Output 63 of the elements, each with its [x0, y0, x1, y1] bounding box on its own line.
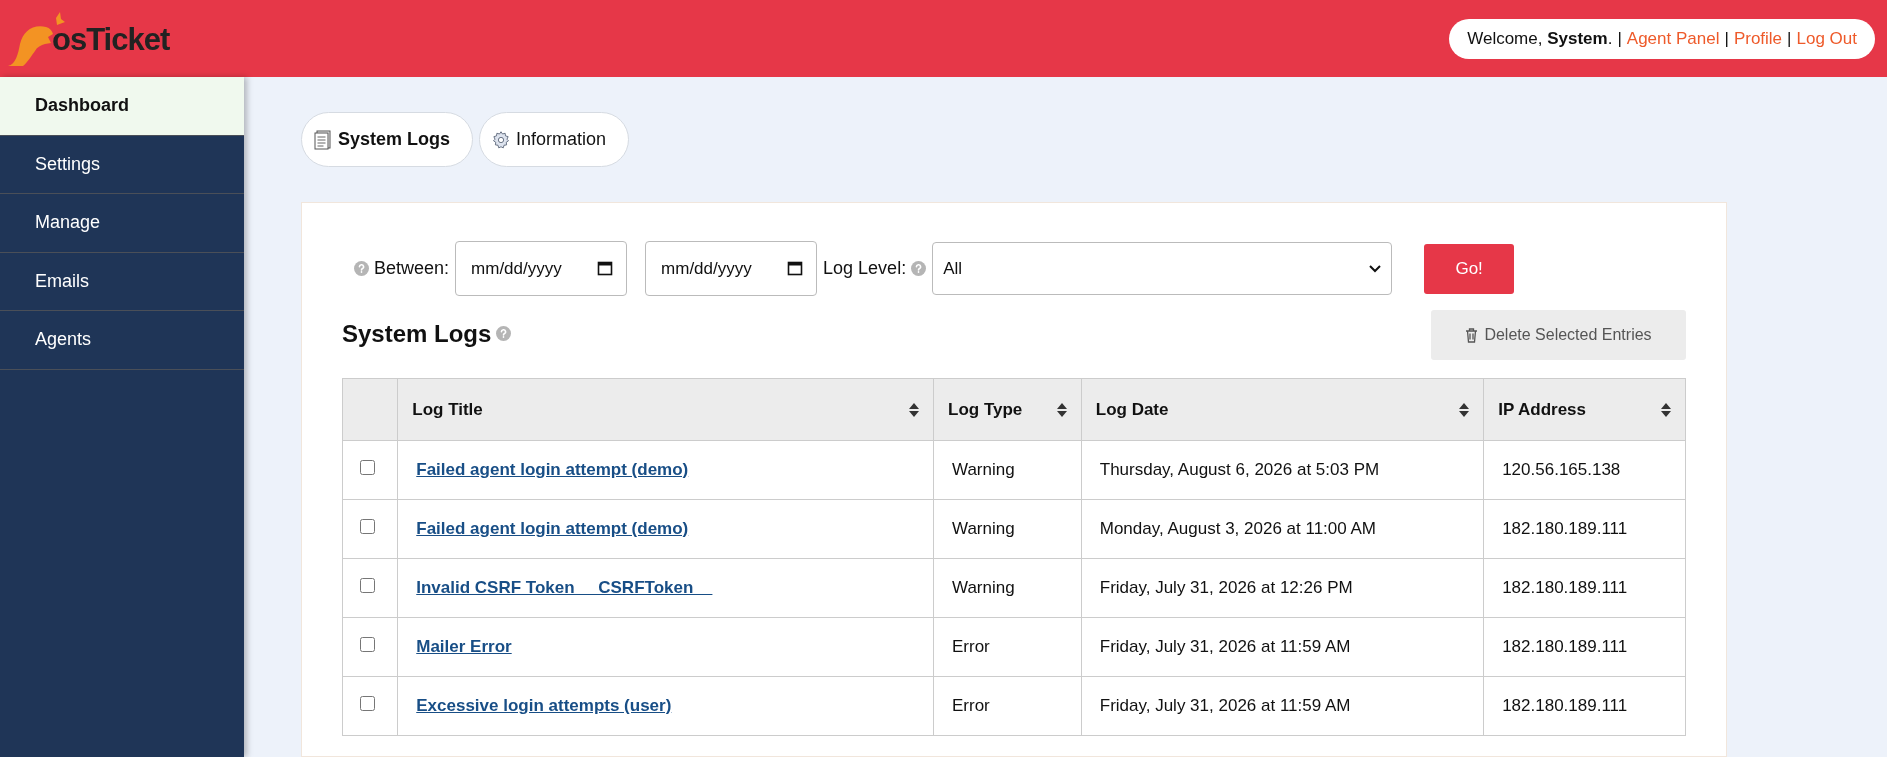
document-icon — [314, 129, 332, 150]
log-title-link[interactable]: Failed agent login attempt (demo) — [416, 460, 689, 479]
table-cell: Thursday, August 6, 2026 at 5:03 PM — [1081, 440, 1484, 500]
sort-icon[interactable] — [1459, 402, 1470, 417]
between-label: Between: — [374, 258, 450, 279]
log-title-link[interactable]: Invalid CSRF Token __CSRFToken__ — [416, 578, 713, 597]
tab[interactable]: System Logs — [301, 112, 474, 167]
sort-icon[interactable] — [1056, 402, 1067, 417]
logo-text: osTicket — [52, 21, 170, 58]
separator-text: | — [1787, 28, 1792, 49]
trash-icon — [1465, 327, 1479, 343]
table-cell: Friday, July 31, 2026 at 11:59 AM — [1081, 617, 1484, 677]
table-cell: Friday, July 31, 2026 at 11:59 AM — [1081, 676, 1484, 736]
welcome-text: Welcome, System. — [1467, 28, 1613, 49]
calendar-icon[interactable] — [597, 260, 614, 276]
column-header[interactable]: Log Date — [1081, 378, 1484, 441]
row-checkbox[interactable] — [360, 696, 375, 711]
log-title-link[interactable]: Failed agent login attempt (demo) — [416, 519, 689, 538]
column-header[interactable]: IP Address — [1483, 378, 1686, 441]
table-cell: Warning — [933, 558, 1082, 618]
table-cell: 182.180.189.111 — [1483, 617, 1686, 677]
log-level-label: Log Level: — [823, 258, 907, 279]
section-title: System Logs — [342, 320, 492, 348]
chevron-down-icon — [1369, 264, 1382, 273]
date-field[interactable]: mm/dd/yyyy — [455, 241, 628, 296]
table-cell: Friday, July 31, 2026 at 12:26 PM — [1081, 558, 1484, 618]
column-header[interactable]: Log Title — [397, 378, 934, 441]
table-cell: Error — [933, 676, 1082, 736]
row-checkbox[interactable] — [360, 519, 375, 534]
gear-icon — [492, 130, 511, 149]
sidebar-item[interactable]: Emails — [0, 252, 244, 311]
row-checkbox[interactable] — [360, 460, 375, 475]
log-title-link[interactable]: Mailer Error — [416, 637, 512, 656]
table-cell: Error — [933, 617, 1082, 677]
table-cell: Warning — [933, 440, 1082, 500]
header-link[interactable]: Agent Panel — [1626, 28, 1720, 49]
table-cell: 182.180.189.111 — [1483, 499, 1686, 559]
go-button[interactable]: Go! — [1424, 243, 1515, 294]
table-cell: Monday, August 3, 2026 at 11:00 AM — [1081, 499, 1484, 559]
sidebar-item[interactable]: Manage — [0, 194, 244, 253]
sidebar-item[interactable]: Dashboard — [0, 77, 244, 136]
separator-text: | — [1617, 28, 1622, 49]
row-checkbox[interactable] — [360, 637, 375, 652]
table-cell: 182.180.189.111 — [1483, 676, 1686, 736]
sidebar-item[interactable]: Settings — [0, 135, 244, 194]
delete-button[interactable]: Delete Selected Entries — [1431, 310, 1686, 360]
log-title-link[interactable]: Excessive login attempts (user) — [416, 696, 672, 715]
date-field[interactable]: mm/dd/yyyy — [645, 241, 818, 296]
help-icon — [496, 325, 512, 341]
table-cell: 120.56.165.138 — [1483, 440, 1686, 500]
sort-icon[interactable] — [1661, 402, 1671, 417]
table-cell: 182.180.189.111 — [1483, 558, 1686, 618]
sort-icon[interactable] — [909, 402, 919, 417]
row-checkbox[interactable] — [360, 578, 375, 593]
separator-text: | — [1724, 28, 1729, 49]
column-header[interactable]: Log Type — [933, 378, 1082, 441]
help-icon — [354, 261, 369, 276]
log-level-select[interactable]: All — [932, 242, 1393, 295]
help-icon — [911, 261, 927, 276]
sidebar-item[interactable]: Agents — [0, 311, 244, 370]
tab[interactable]: Information — [479, 112, 630, 167]
calendar-icon[interactable] — [787, 260, 804, 276]
table-cell: Warning — [933, 499, 1082, 559]
